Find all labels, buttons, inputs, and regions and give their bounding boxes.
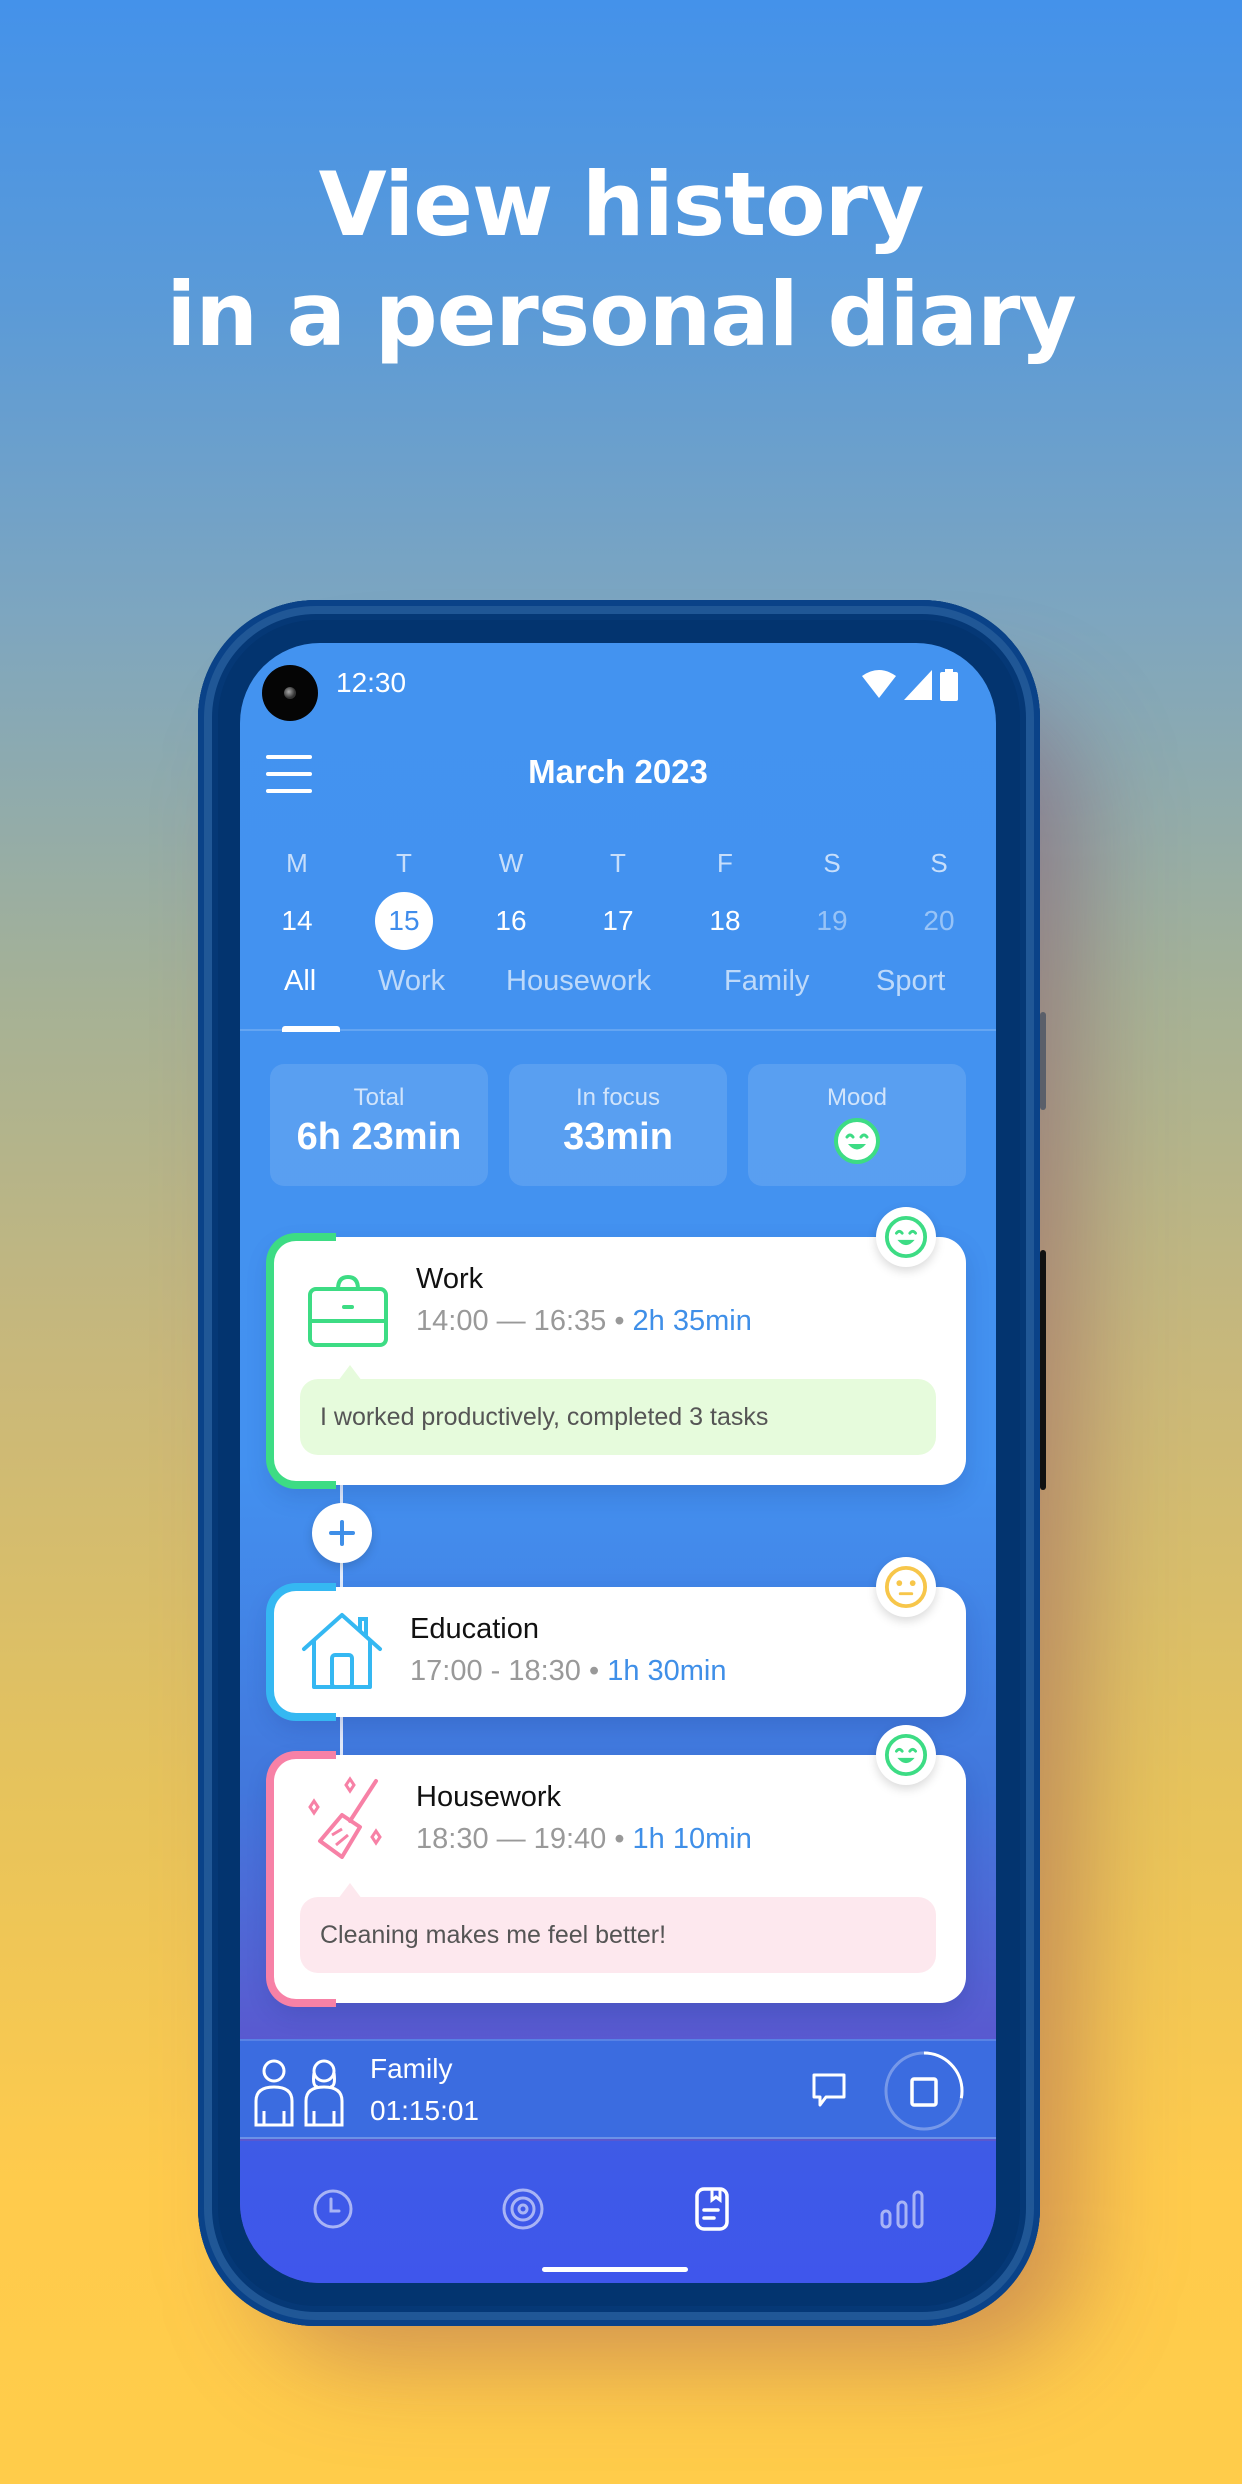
- diary-icon: [695, 2187, 729, 2231]
- stop-button[interactable]: [882, 2049, 966, 2133]
- volume-button: [1040, 1012, 1046, 1110]
- entry-title: Work: [416, 1263, 484, 1295]
- happy-face-icon: [834, 1118, 880, 1164]
- tab-all[interactable]: All: [284, 965, 316, 998]
- clock-icon: [313, 2189, 353, 2229]
- neutral-face-icon: [884, 1565, 928, 1609]
- entry-duration: 1h 30min: [607, 1655, 727, 1687]
- day-fri[interactable]: F 18: [690, 848, 760, 950]
- day-sat[interactable]: S 19: [797, 848, 867, 950]
- tab-sport[interactable]: Sport: [876, 965, 945, 998]
- entry-note: Cleaning makes me feel better!: [300, 1883, 936, 1973]
- status-time: 12:30: [336, 667, 407, 698]
- broom-sparkle-icon: [308, 1776, 382, 1859]
- house-icon: [302, 1613, 382, 1689]
- wifi-icon: [862, 670, 896, 698]
- nav-diary[interactable]: [682, 2179, 742, 2239]
- comment-icon[interactable]: [810, 2071, 848, 2109]
- entry-duration: 1h 10min: [632, 1823, 752, 1855]
- day-mon[interactable]: M 14: [262, 848, 332, 950]
- nav-timer[interactable]: [303, 2179, 363, 2239]
- happy-face-icon: [884, 1215, 928, 1259]
- stat-total: Total 6h 23min: [270, 1064, 488, 1186]
- mood-badge[interactable]: [876, 1725, 936, 1785]
- home-indicator[interactable]: [542, 2267, 688, 2272]
- headline-line-2: in a personal diary: [166, 263, 1077, 366]
- headline: View history in a personal diary: [0, 150, 1242, 370]
- week-strip: M 14 T 15 W 16 T 17 F 18 S 19 S 20: [240, 848, 996, 950]
- tab-family[interactable]: Family: [724, 965, 809, 998]
- nav-goals[interactable]: [493, 2179, 553, 2239]
- summary-stats: Total 6h 23min In focus 33min Mood: [270, 1064, 966, 1186]
- entry-time: 18:30 — 19:40 • 1h 10min: [416, 1823, 752, 1855]
- day-sun[interactable]: S 20: [904, 848, 974, 950]
- phone-screen: 12:30 March 2023 M 14 T 15 W 16 T 17 F 18 S 19…: [240, 643, 996, 2283]
- entry-note: I worked productively, completed 3 tasks: [300, 1365, 936, 1455]
- bottom-nav: [240, 2141, 996, 2283]
- front-camera: [262, 665, 318, 721]
- mood-badge[interactable]: [876, 1557, 936, 1617]
- plus-icon: [329, 1520, 355, 1546]
- stat-mood: Mood: [748, 1064, 966, 1186]
- entry-card-education[interactable]: Education 17:00 - 18:30 • 1h 30min: [266, 1557, 966, 1721]
- signal-icon: [904, 670, 932, 700]
- day-tue-selected[interactable]: T 15: [369, 848, 439, 950]
- tab-work[interactable]: Work: [378, 965, 445, 998]
- entry-time: 17:00 - 18:30 • 1h 30min: [410, 1655, 727, 1687]
- entry-title: Housework: [416, 1781, 562, 1813]
- month-title[interactable]: March 2023: [240, 753, 996, 791]
- family-people-icon: [254, 2059, 344, 2127]
- nav-stats[interactable]: [872, 2179, 932, 2239]
- status-icons: [862, 669, 958, 701]
- happy-face-icon: [884, 1733, 928, 1777]
- tab-indicator: [282, 1026, 340, 1032]
- entry-card-work[interactable]: Work 14:00 — 16:35 • 2h 35min I worked p…: [266, 1207, 966, 1489]
- battery-icon: [940, 669, 958, 701]
- tracking-timer: 01:15:01: [370, 2095, 479, 2126]
- entry-title: Education: [410, 1613, 539, 1645]
- entry-time: 14:00 — 16:35 • 2h 35min: [416, 1305, 752, 1337]
- power-button: [1040, 1250, 1046, 1490]
- stop-icon: [910, 2077, 938, 2107]
- day-wed[interactable]: W 16: [476, 848, 546, 950]
- tracking-category: Family: [370, 2053, 453, 2084]
- stat-in-focus: In focus 33min: [509, 1064, 727, 1186]
- day-thu[interactable]: T 17: [583, 848, 653, 950]
- category-tabs: All Work Housework Family Sport: [240, 965, 996, 1032]
- target-icon: [502, 2188, 544, 2230]
- briefcase-icon: [308, 1274, 388, 1347]
- entry-card-housework[interactable]: Housework 18:30 — 19:40 • 1h 10min Clean…: [266, 1725, 966, 2007]
- bar-chart-icon: [880, 2190, 924, 2229]
- headline-line-1: View history: [318, 153, 925, 256]
- now-tracking-bar[interactable]: Family 01:15:01: [240, 2039, 996, 2139]
- mood-badge[interactable]: [876, 1207, 936, 1267]
- add-entry-button[interactable]: [312, 1503, 372, 1563]
- tab-housework[interactable]: Housework: [506, 965, 651, 998]
- entry-duration: 2h 35min: [632, 1305, 752, 1337]
